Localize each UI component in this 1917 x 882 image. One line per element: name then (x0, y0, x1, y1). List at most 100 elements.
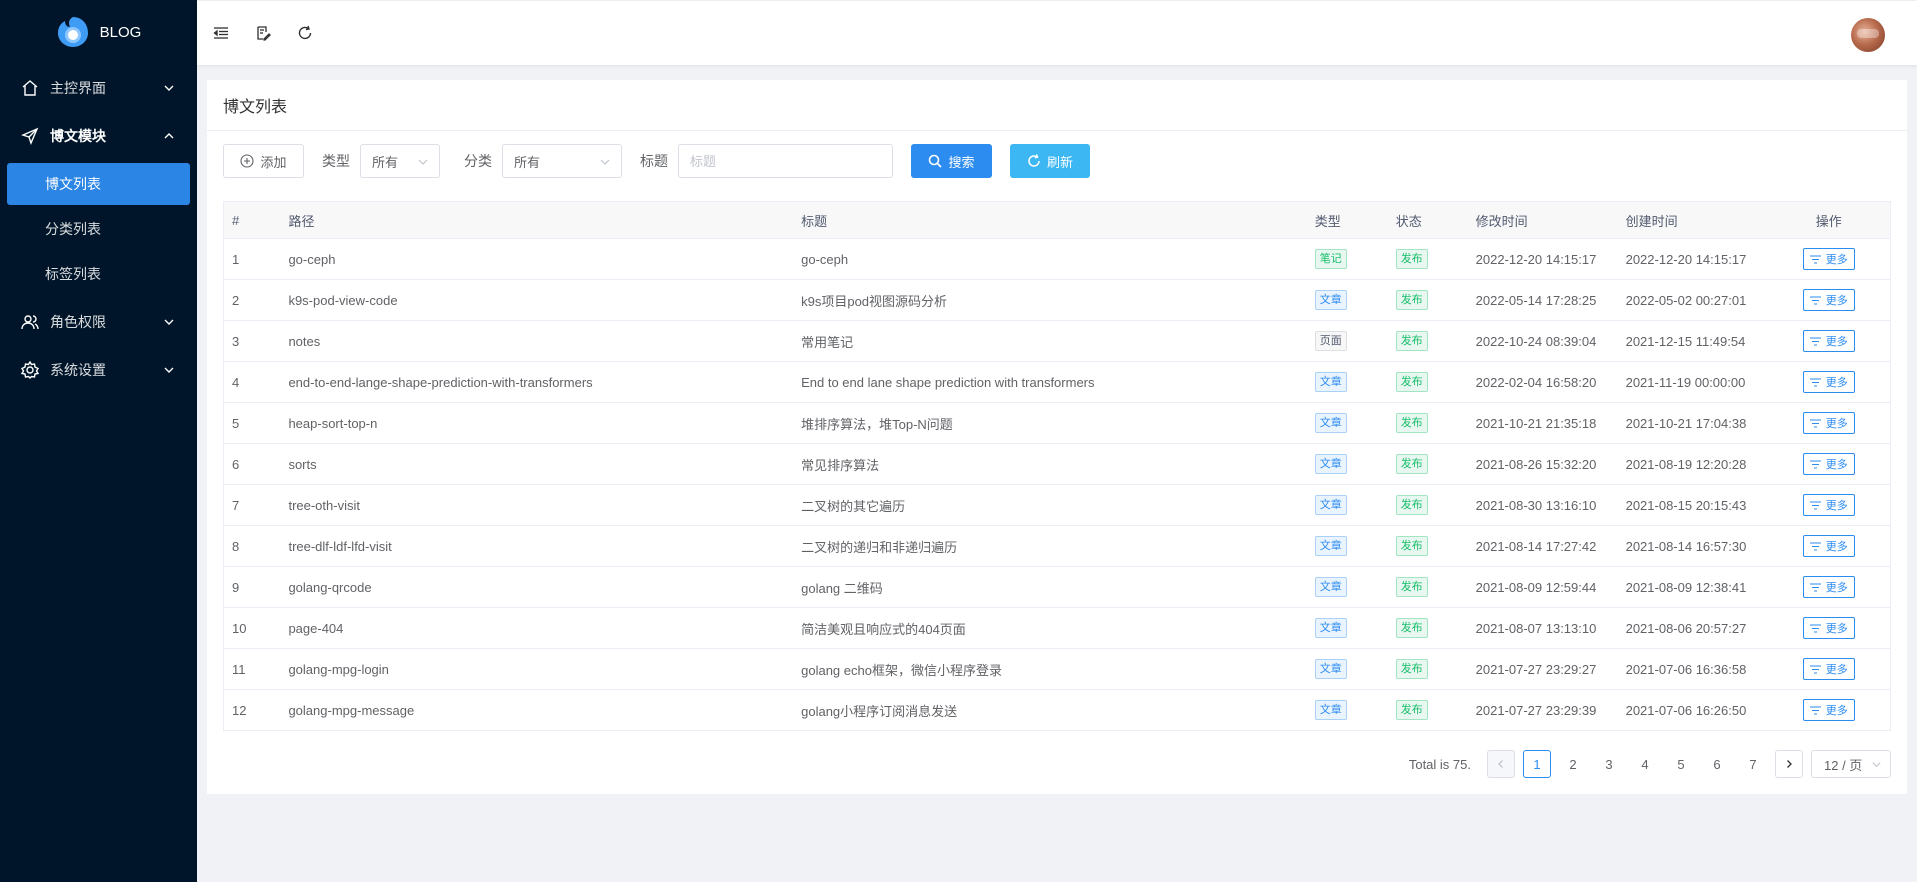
page-size-select[interactable]: 12 / 页 (1811, 750, 1891, 778)
more-button-label: 更多 (1825, 582, 1848, 594)
more-button[interactable]: 更多 (1802, 248, 1855, 270)
cell-actions: 更多 (1767, 320, 1891, 362)
table-row: 8 tree-dlf-ldf-lfd-visit 二叉树的递归和非递归遍历 文章 发布 2… (223, 525, 1891, 567)
type-badge: 文章 (1314, 700, 1347, 720)
column-header-modified: 修改时间 (1467, 201, 1618, 239)
table-row: 6 sorts 常见排序算法 文章 发布 2021-08-26 15:32:20 2021-… (223, 443, 1891, 485)
page-title: 博文列表 (207, 80, 1907, 131)
cell-status: 发布 (1387, 402, 1468, 444)
sidebar-subitem-tag-list[interactable]: 标签列表 (7, 253, 190, 295)
add-button[interactable]: 添加 (223, 144, 304, 178)
sidebar-item-settings[interactable]: 系统设置 (0, 346, 197, 394)
cell-title: k9s项目pod视图源码分析 (793, 279, 1307, 321)
table-row: 9 golang-qrcode golang 二维码 文章 发布 2021-08-09 1… (223, 566, 1891, 608)
prev-page-button[interactable] (1487, 750, 1515, 778)
next-page-button[interactable] (1775, 750, 1803, 778)
search-button-label: 搜索 (948, 154, 975, 170)
page-number-button[interactable]: 6 (1703, 750, 1731, 778)
table-row: 10 page-404 简洁美观且响应式的404页面 文章 发布 2021-08-07 1… (223, 607, 1891, 649)
page-number-button[interactable]: 4 (1631, 750, 1659, 778)
table-row: 11 golang-mpg-login golang echo框架，微信小程序登录文… (223, 648, 1891, 690)
chevron-down-icon (1872, 762, 1881, 768)
more-button[interactable]: 更多 (1802, 535, 1855, 557)
top-bar (197, 1, 1917, 65)
more-button[interactable]: 更多 (1802, 453, 1855, 475)
chevron-down-icon (418, 159, 428, 165)
sidebar-subitem-post-list[interactable]: 博文列表 (7, 163, 190, 205)
cell-modified: 2021-08-07 13:13:10 (1467, 607, 1618, 649)
cell-type: 文章 (1306, 566, 1388, 608)
type-badge: 文章 (1314, 577, 1347, 597)
more-button-label: 更多 (1825, 336, 1848, 348)
sidebar-item-roles[interactable]: 角色权限 (0, 298, 197, 346)
more-button[interactable]: 更多 (1802, 371, 1855, 393)
title-search-input[interactable] (678, 144, 893, 178)
page-number-button[interactable]: 7 (1739, 750, 1767, 778)
cell-type: 文章 (1306, 648, 1388, 690)
chevron-down-icon (164, 319, 174, 325)
page-number-button[interactable]: 3 (1595, 750, 1623, 778)
filter-lines-icon (1809, 459, 1821, 469)
type-badge: 笔记 (1314, 249, 1347, 269)
filter-lines-icon (1809, 500, 1821, 510)
status-badge: 发布 (1395, 495, 1428, 515)
cell-created: 2021-10-21 17:04:38 (1617, 402, 1768, 444)
filter-lines-icon (1809, 254, 1821, 264)
avatar[interactable] (1851, 18, 1885, 52)
more-button[interactable]: 更多 (1802, 494, 1855, 516)
page-number-button[interactable]: 2 (1559, 750, 1587, 778)
chevron-down-icon (164, 85, 174, 91)
more-button[interactable]: 更多 (1802, 576, 1855, 598)
cell-status: 发布 (1387, 320, 1468, 362)
sidebar-item-posts[interactable]: 博文模块 (0, 112, 197, 160)
more-button[interactable]: 更多 (1802, 289, 1855, 311)
brand-name: BLOG (99, 23, 142, 41)
column-header-status: 状态 (1387, 201, 1468, 239)
category-select-value: 所有 (514, 154, 541, 170)
more-button[interactable]: 更多 (1802, 330, 1855, 352)
table-row: 2 k9s-pod-view-code k9s项目pod视图源码分析 文章 发布 2022… (223, 279, 1891, 321)
page-number-button[interactable]: 5 (1667, 750, 1695, 778)
cell-path: golang-mpg-message (280, 689, 794, 731)
cell-index: 11 (223, 648, 281, 690)
cell-created: 2021-08-09 12:38:41 (1617, 566, 1768, 608)
more-button[interactable]: 更多 (1802, 412, 1855, 434)
category-filter-label: 分类 (464, 153, 492, 169)
type-select[interactable]: 所有 (360, 144, 440, 178)
cell-actions: 更多 (1767, 525, 1891, 567)
filter-lines-icon (1809, 582, 1821, 592)
refresh-button[interactable]: 刷新 (1010, 144, 1090, 178)
brand[interactable]: BLOG (0, 0, 197, 64)
cell-actions: 更多 (1767, 607, 1891, 649)
cell-index: 5 (223, 402, 281, 444)
cell-type: 页面 (1306, 320, 1388, 362)
pagination-total: Total is 75. (1408, 756, 1471, 772)
sidebar-item-label: 系统设置 (50, 362, 106, 378)
category-select[interactable]: 所有 (502, 144, 622, 178)
cell-actions: 更多 (1767, 238, 1891, 280)
cell-title: 二叉树的递归和非递归遍历 (793, 525, 1307, 567)
sidebar-item-dashboard[interactable]: 主控界面 (0, 64, 197, 112)
edit-note-icon[interactable] (253, 23, 273, 43)
cell-title: golang echo框架，微信小程序登录 (793, 648, 1307, 690)
search-button[interactable]: 搜索 (911, 144, 992, 178)
filter-toolbar: 添加 类型 所有 分类 所有 标题 搜索 刷新 (223, 144, 1090, 178)
more-button[interactable]: 更多 (1802, 658, 1855, 680)
more-button[interactable]: 更多 (1802, 617, 1855, 639)
cell-created: 2021-07-06 16:36:58 (1617, 648, 1768, 690)
status-badge: 发布 (1395, 372, 1428, 392)
cell-title: 二叉树的其它遍历 (793, 484, 1307, 526)
column-header-actions: 操作 (1767, 201, 1891, 239)
collapse-menu-icon[interactable] (211, 23, 231, 43)
type-badge: 文章 (1314, 290, 1347, 310)
add-button-label: 添加 (260, 154, 287, 170)
sidebar-subitem-category-list[interactable]: 分类列表 (7, 208, 190, 250)
status-badge: 发布 (1395, 577, 1428, 597)
more-button-label: 更多 (1825, 623, 1848, 635)
page-number-button[interactable]: 1 (1523, 750, 1551, 778)
filter-lines-icon (1809, 664, 1821, 674)
cell-path: heap-sort-top-n (280, 402, 794, 444)
more-button[interactable]: 更多 (1802, 699, 1855, 721)
refresh-icon[interactable] (295, 23, 315, 43)
chevron-right-icon (1787, 760, 1792, 768)
